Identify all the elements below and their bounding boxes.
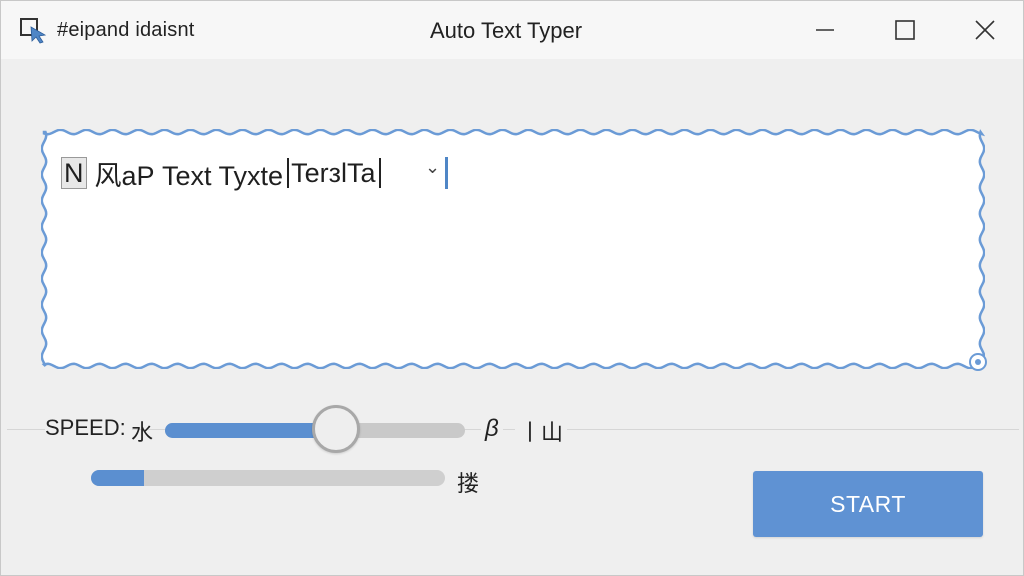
text-cursor xyxy=(287,158,290,188)
speed-slider[interactable] xyxy=(165,403,469,455)
close-button[interactable] xyxy=(957,1,1013,59)
speed-label: SPEED: xyxy=(45,415,132,441)
speed-min-label: 水 xyxy=(131,420,154,445)
title-bar[interactable]: #eipand idaisnt Auto Text Typer xyxy=(1,1,1023,59)
maximize-button[interactable] xyxy=(877,1,933,59)
speed-unit-label: 丨山 xyxy=(515,415,568,447)
separator xyxy=(7,429,1019,430)
highlighted-char: N xyxy=(61,157,87,189)
typed-text-after: TerзlTa xyxy=(291,157,376,188)
chevron-down-icon[interactable]: ⌄ xyxy=(425,157,440,178)
speed-slider-fill xyxy=(165,423,324,438)
insertion-caret xyxy=(445,157,448,189)
app-window: #eipand idaisnt Auto Text Typer N 风аР Te… xyxy=(0,0,1024,576)
window-title: Auto Text Typer xyxy=(429,18,583,43)
resize-handle-icon[interactable] xyxy=(967,351,989,373)
minimize-button[interactable] xyxy=(797,1,853,59)
text-content: N 风аР Text Tyxte TerзlTa xyxy=(61,153,383,193)
maximize-icon xyxy=(895,20,915,40)
minimize-icon xyxy=(816,29,834,31)
close-icon xyxy=(975,20,995,40)
progress-label: 搂 xyxy=(457,471,480,496)
progress-fill xyxy=(91,470,145,486)
progress-bar xyxy=(91,470,445,486)
typed-text: 风аР Text Tyxte xyxy=(94,160,284,191)
progress-track xyxy=(91,470,445,486)
text-input-area[interactable]: N 风аР Text Tyxte TerзlTa ⌄ xyxy=(41,129,987,371)
text-cursor-end xyxy=(379,158,382,188)
speed-max-label: β xyxy=(481,415,503,443)
start-button[interactable]: START xyxy=(753,471,983,537)
speed-slider-thumb[interactable] xyxy=(312,405,360,453)
